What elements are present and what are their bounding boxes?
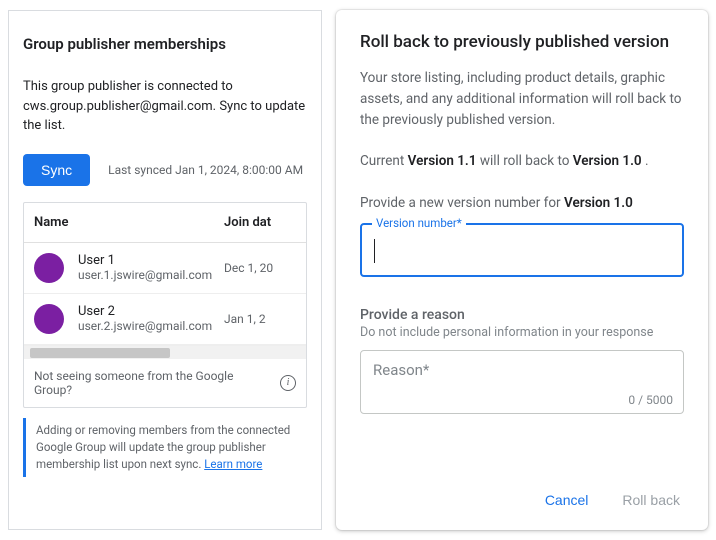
learn-more-link[interactable]: Learn more — [204, 457, 262, 471]
user-email: user.2.jswire@gmail.com — [78, 319, 224, 333]
group-publisher-memberships-panel: Group publisher memberships This group p… — [8, 10, 322, 530]
column-join-date: Join dat — [224, 215, 296, 230]
sync-row: Sync Last synced Jan 1, 2024, 8:00:00 AM — [23, 154, 307, 186]
last-synced-text: Last synced Jan 1, 2024, 8:00:00 AM — [108, 163, 303, 177]
table-header: Name Join dat — [24, 203, 306, 243]
dialog-actions: Cancel Roll back — [360, 468, 684, 514]
not-seeing-text: Not seeing someone from the Google Group… — [34, 369, 274, 397]
text-caret — [374, 239, 375, 263]
user-join-date: Jan 1, 2 — [224, 312, 266, 326]
char-count: 0 / 5000 — [628, 393, 673, 407]
version-number-field[interactable]: Version number* — [360, 223, 684, 277]
column-name: Name — [34, 215, 224, 230]
panel-title: Group publisher memberships — [23, 35, 307, 53]
rollback-button[interactable]: Roll back — [618, 486, 684, 514]
sync-note: Adding or removing members from the conn… — [23, 418, 307, 478]
rollback-dialog: Roll back to previously published versio… — [336, 10, 708, 530]
avatar — [34, 253, 64, 283]
provide-version-label: Provide a new version number for Version… — [360, 195, 684, 211]
version-line: Current Version 1.1 will roll back to Ve… — [360, 153, 684, 169]
provide-version-target: Version 1.0 — [564, 195, 633, 211]
table-row: User 1 user.1.jswire@gmail.com Dec 1, 20 — [24, 243, 306, 294]
version-number-floating-label: Version number* — [372, 216, 466, 230]
user-email: user.1.jswire@gmail.com — [78, 268, 224, 282]
user-name: User 2 — [78, 304, 224, 319]
dialog-description: Your store listing, including product de… — [360, 68, 684, 131]
reason-heading: Provide a reason — [360, 307, 684, 323]
version-line-mid: will roll back to — [480, 153, 573, 169]
target-version: Version 1.0 — [573, 153, 642, 169]
reason-textarea[interactable]: Reason* 0 / 5000 — [360, 350, 684, 414]
sync-button[interactable]: Sync — [23, 154, 90, 186]
current-version: Version 1.1 — [408, 153, 477, 169]
not-seeing-row: Not seeing someone from the Google Group… — [24, 359, 306, 407]
table-row: User 2 user.2.jswire@gmail.com Jan 1, 2 — [24, 294, 306, 345]
reason-placeholder: Reason* — [373, 361, 429, 379]
cancel-button[interactable]: Cancel — [541, 486, 593, 514]
user-join-date: Dec 1, 20 — [224, 261, 273, 275]
provide-version-pre: Provide a new version number for — [360, 195, 564, 211]
version-number-input[interactable] — [362, 225, 682, 275]
user-name: User 1 — [78, 253, 224, 268]
panel-description: This group publisher is connected to cws… — [23, 77, 307, 136]
members-table: Name Join dat User 1 user.1.jswire@gmail… — [23, 202, 307, 408]
reason-subtext: Do not include personal information in y… — [360, 325, 684, 340]
scrollbar-thumb[interactable] — [30, 348, 170, 358]
avatar — [34, 304, 64, 334]
version-line-pre: Current — [360, 153, 408, 169]
dialog-title: Roll back to previously published versio… — [360, 32, 684, 52]
horizontal-scrollbar[interactable] — [24, 345, 306, 359]
info-icon[interactable]: i — [280, 375, 296, 391]
version-line-post: . — [645, 153, 649, 169]
